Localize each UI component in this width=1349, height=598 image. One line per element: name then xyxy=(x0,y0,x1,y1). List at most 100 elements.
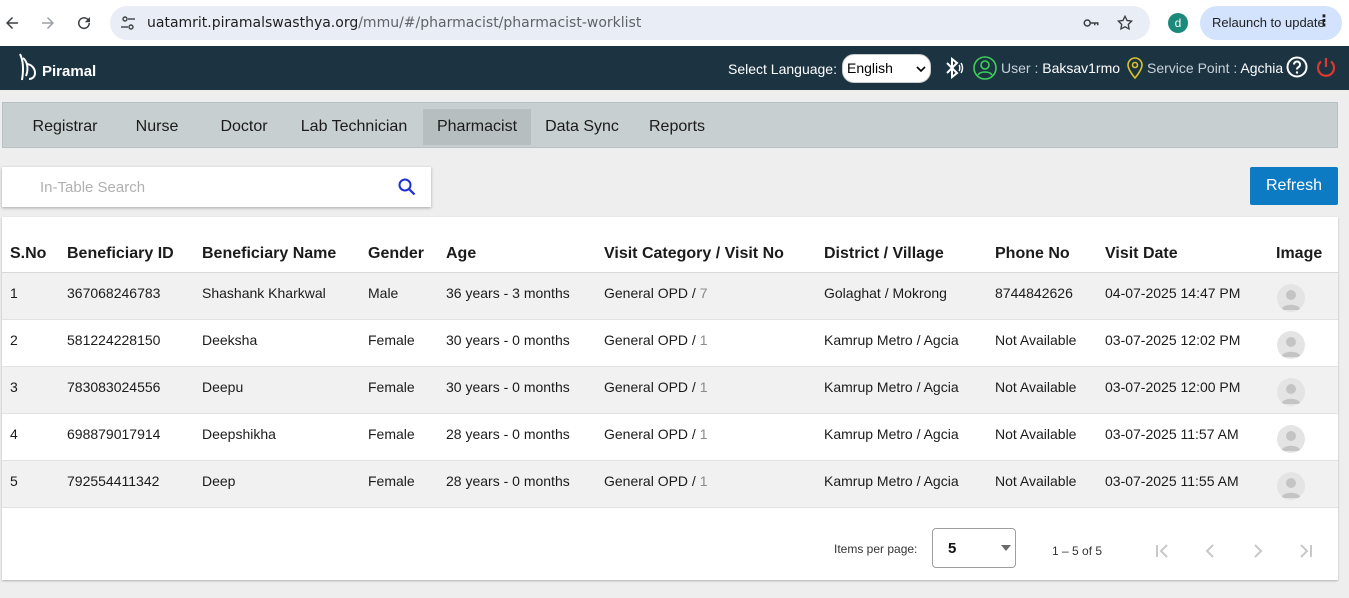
table-row[interactable]: 5 792554411342 Deep Female 28 years - 0 … xyxy=(2,461,1338,508)
cell-district-village: Kamrup Metro / Agcia xyxy=(824,426,959,442)
beneficiary-avatar-icon xyxy=(1277,331,1305,359)
cell-beneficiary-id: 792554411342 xyxy=(67,473,160,489)
header-sno[interactable]: S.No xyxy=(10,245,46,263)
cell-phone: 8744842626 xyxy=(995,285,1073,301)
service-point-info: Service Point : Agchia xyxy=(1147,60,1283,76)
cell-gender: Female xyxy=(368,426,415,442)
cell-beneficiary-name: Deepu xyxy=(202,379,244,395)
user-icon xyxy=(973,56,997,80)
cell-district-village: Golaghat / Mokrong xyxy=(824,285,947,301)
cell-sno: 1 xyxy=(10,285,18,301)
search-icon[interactable] xyxy=(397,177,417,197)
beneficiary-avatar-icon xyxy=(1277,425,1305,453)
header-gender[interactable]: Gender xyxy=(368,245,424,263)
cell-gender: Female xyxy=(368,379,415,395)
cell-sno: 2 xyxy=(10,332,18,348)
tab-nurse[interactable]: Nurse xyxy=(121,109,193,145)
cell-age: 30 years - 0 months xyxy=(446,379,570,395)
cell-district-village: Kamrup Metro / Agcia xyxy=(824,473,959,489)
cell-district-village: Kamrup Metro / Agcia xyxy=(824,332,959,348)
user-value: Baksav1rmo xyxy=(1042,60,1121,76)
header-visit-category[interactable]: Visit Category / Visit No xyxy=(604,245,784,263)
language-label: Select Language: xyxy=(728,61,837,77)
search-input[interactable] xyxy=(40,177,380,197)
language-select[interactable]: English xyxy=(842,54,931,83)
cell-visit-date: 03-07-2025 11:57 AM xyxy=(1105,426,1239,442)
cell-visit-date: 03-07-2025 12:00 PM xyxy=(1105,379,1241,395)
previous-page-icon[interactable] xyxy=(1198,539,1222,563)
forward-arrow-icon[interactable] xyxy=(36,11,60,35)
table-row[interactable]: 1 367068246783 Shashank Kharkwal Male 36… xyxy=(2,273,1338,320)
cell-beneficiary-name: Shashank Kharkwal xyxy=(202,285,326,301)
cell-phone: Not Available xyxy=(995,473,1077,489)
cell-gender: Female xyxy=(368,332,415,348)
app-header: Piramal Select Language: English User : … xyxy=(0,46,1349,90)
cell-sno: 3 xyxy=(10,379,18,395)
cell-beneficiary-id: 783083024556 xyxy=(67,379,161,395)
cell-phone: Not Available xyxy=(995,379,1077,395)
header-visit-date[interactable]: Visit Date xyxy=(1105,245,1178,263)
cell-beneficiary-id: 581224228150 xyxy=(67,332,161,348)
cell-age: 36 years - 3 months xyxy=(446,285,570,301)
header-phone-no[interactable]: Phone No xyxy=(995,245,1070,263)
cell-visit-category: General OPD / 1 xyxy=(604,332,708,348)
table-header: S.No Beneficiary ID Beneficiary Name Gen… xyxy=(2,217,1338,273)
address-bar[interactable]: uatamrit.piramalswasthya.org/mmu/#/pharm… xyxy=(110,6,1150,40)
url-text: uatamrit.piramalswasthya.org/mmu/#/pharm… xyxy=(147,15,642,31)
service-point-value: Agchia xyxy=(1240,60,1284,76)
more-vert-icon[interactable]: ⋮ xyxy=(1316,6,1332,38)
bluetooth-icon[interactable] xyxy=(940,56,964,80)
help-icon[interactable] xyxy=(1286,56,1308,78)
relaunch-button[interactable]: Relaunch to update ⋮ xyxy=(1200,6,1342,40)
header-age[interactable]: Age xyxy=(446,245,476,263)
password-key-icon[interactable] xyxy=(1082,14,1100,32)
user-info: User : Baksav1rmo xyxy=(1001,60,1120,76)
page-size-select[interactable]: 5 xyxy=(932,528,1016,568)
power-logout-icon[interactable] xyxy=(1315,56,1337,78)
header-district-village[interactable]: District / Village xyxy=(824,245,944,263)
reload-icon[interactable] xyxy=(72,11,96,35)
table-row[interactable]: 3 783083024556 Deepu Female 30 years - 0… xyxy=(2,367,1338,414)
tab-registrar[interactable]: Registrar xyxy=(17,109,113,145)
caret-down-icon xyxy=(1001,545,1011,551)
cell-beneficiary-name: Deep xyxy=(202,473,236,489)
refresh-button[interactable]: Refresh xyxy=(1250,167,1338,205)
last-page-icon[interactable] xyxy=(1294,539,1318,563)
cell-visit-category: General OPD / 7 xyxy=(604,285,708,301)
cell-district-village: Kamrup Metro / Agcia xyxy=(824,379,959,395)
table-row[interactable]: 2 581224228150 Deeksha Female 30 years -… xyxy=(2,320,1338,367)
cell-beneficiary-name: Deeksha xyxy=(202,332,258,348)
brand-name: Piramal xyxy=(42,62,97,80)
bookmark-star-icon[interactable] xyxy=(1116,14,1134,32)
cell-gender: Female xyxy=(368,473,415,489)
first-page-icon[interactable] xyxy=(1150,539,1174,563)
browser-toolbar: uatamrit.piramalswasthya.org/mmu/#/pharm… xyxy=(0,0,1349,46)
language-value: English xyxy=(847,60,893,76)
cell-beneficiary-name: Deepshikha xyxy=(202,426,276,442)
table-search xyxy=(2,167,431,207)
cell-phone: Not Available xyxy=(995,426,1077,442)
profile-avatar[interactable]: d xyxy=(1168,13,1188,33)
items-per-page-label: Items per page: xyxy=(834,542,918,556)
tab-lab-technician[interactable]: Lab Technician xyxy=(295,109,413,145)
cell-beneficiary-id: 367068246783 xyxy=(67,285,161,301)
cell-visit-date: 03-07-2025 11:55 AM xyxy=(1105,473,1239,489)
next-page-icon[interactable] xyxy=(1246,539,1270,563)
tab-data-sync[interactable]: Data Sync xyxy=(537,109,627,145)
service-point-label: Service Point : xyxy=(1147,60,1238,76)
back-arrow-icon[interactable] xyxy=(0,11,24,35)
tab-doctor[interactable]: Doctor xyxy=(201,109,287,145)
header-image: Image xyxy=(1276,245,1323,262)
cell-age: 28 years - 0 months xyxy=(446,473,570,489)
header-beneficiary-id[interactable]: Beneficiary ID xyxy=(67,245,174,263)
tab-reports[interactable]: Reports xyxy=(639,109,715,145)
header-beneficiary-name[interactable]: Beneficiary Name xyxy=(202,245,336,263)
tab-pharmacist[interactable]: Pharmacist xyxy=(423,109,531,145)
beneficiary-avatar-icon xyxy=(1277,472,1305,500)
cell-phone: Not Available xyxy=(995,332,1077,348)
role-tabs: Registrar Nurse Doctor Lab Technician Ph… xyxy=(2,102,1338,148)
site-settings-icon[interactable] xyxy=(120,15,136,31)
page-range-label: 1 – 5 of 5 xyxy=(1052,544,1103,558)
table-row[interactable]: 4 698879017914 Deepshikha Female 28 year… xyxy=(2,414,1338,461)
cell-sno: 5 xyxy=(10,473,18,489)
